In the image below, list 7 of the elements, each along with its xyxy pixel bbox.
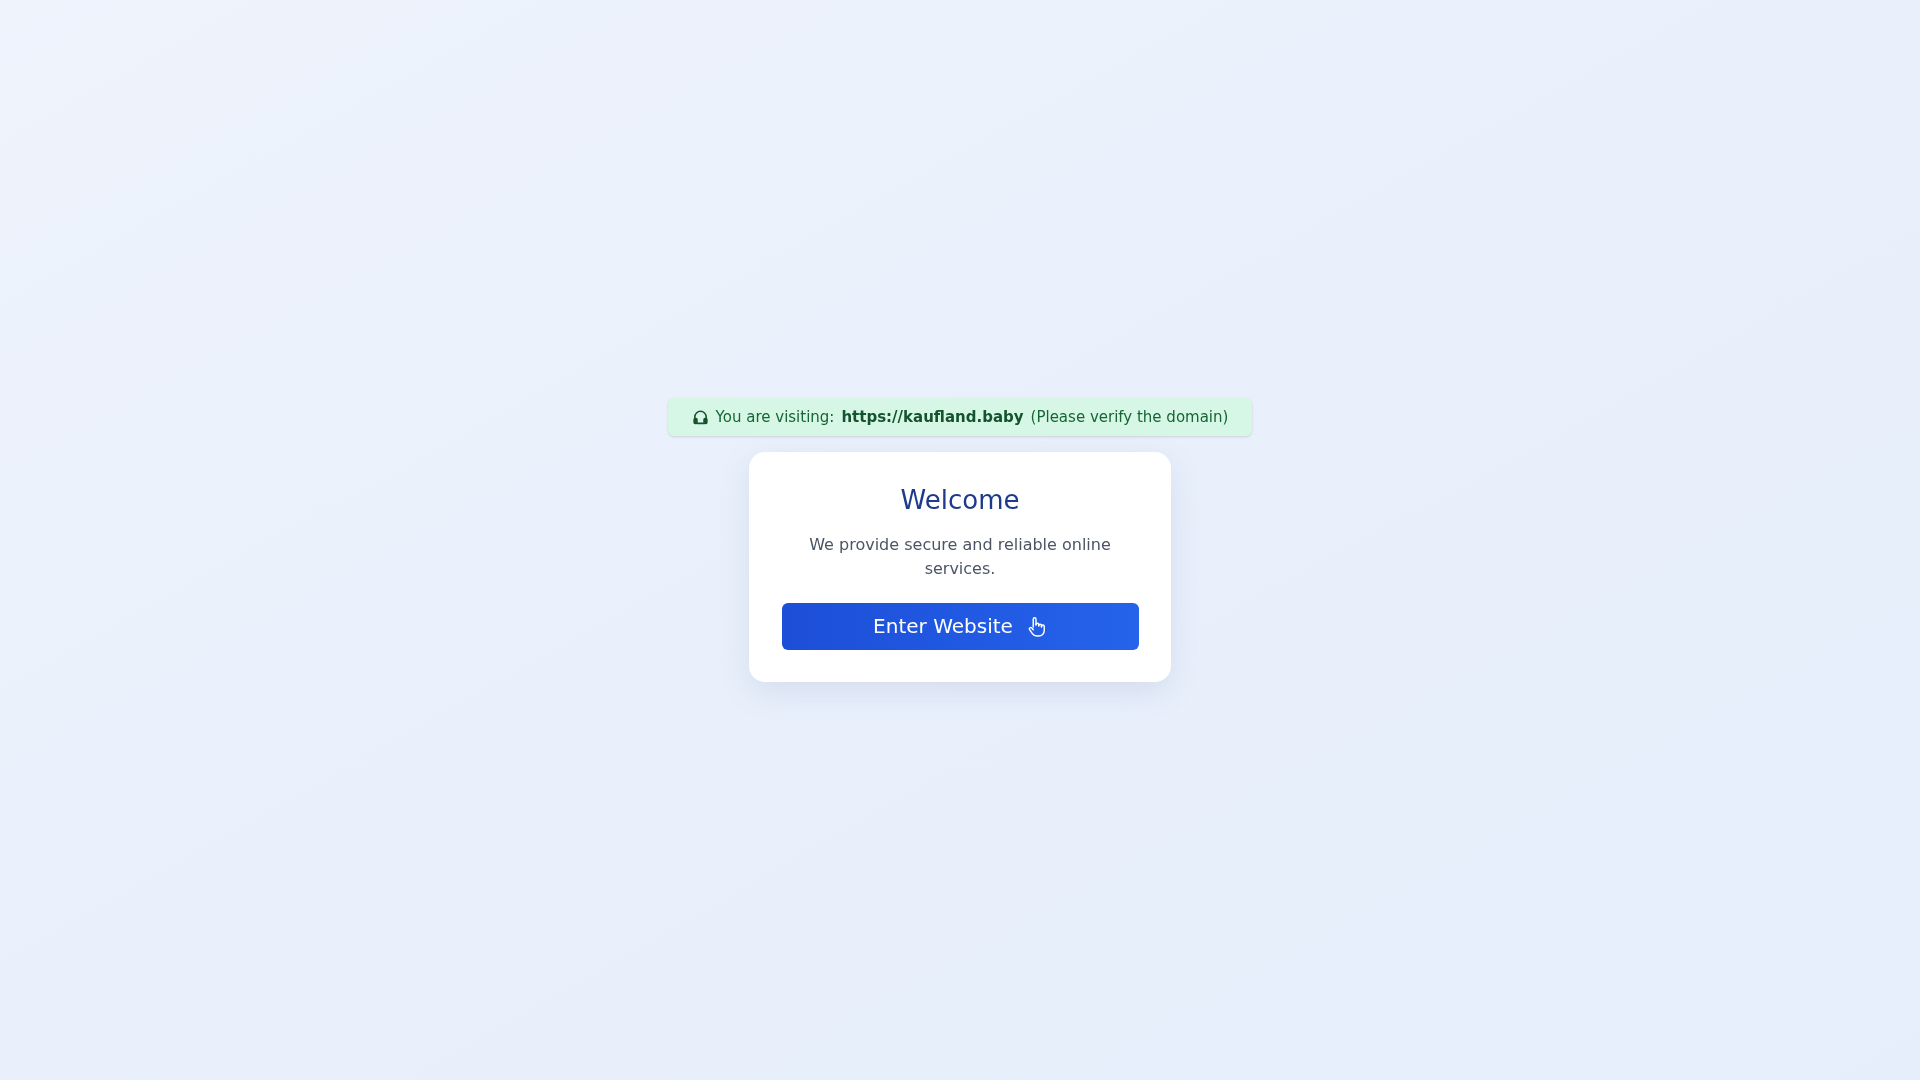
notice-prefix: You are visiting:: [715, 407, 835, 428]
welcome-description: We provide secure and reliable online services.: [808, 533, 1112, 580]
welcome-title: Welcome: [900, 484, 1020, 517]
notice-suffix: (Please verify the domain): [1030, 407, 1229, 428]
domain-text: https://kaufland.baby: [841, 407, 1024, 428]
enter-website-button[interactable]: Enter Website: [781, 602, 1139, 650]
headset-icon: [691, 408, 709, 427]
